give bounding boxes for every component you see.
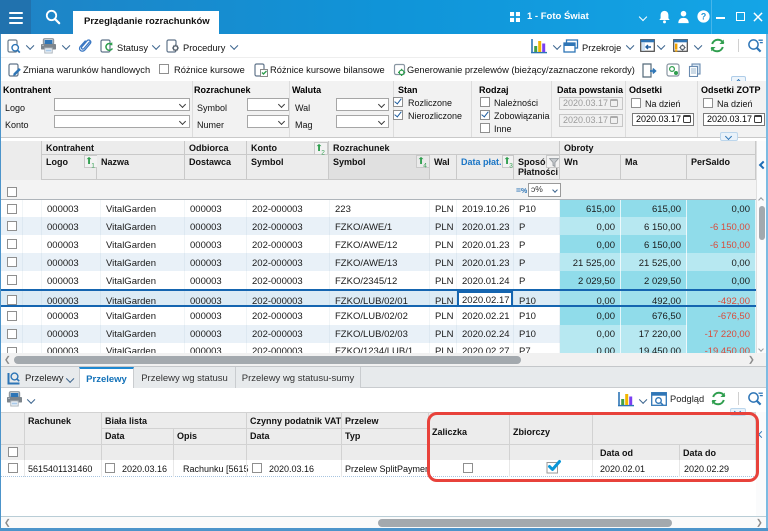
svg-text:3: 3 — [509, 163, 513, 170]
svg-text:1: 1 — [91, 163, 95, 170]
svg-text:4: 4 — [423, 163, 427, 170]
svg-text:?: ? — [701, 12, 706, 22]
